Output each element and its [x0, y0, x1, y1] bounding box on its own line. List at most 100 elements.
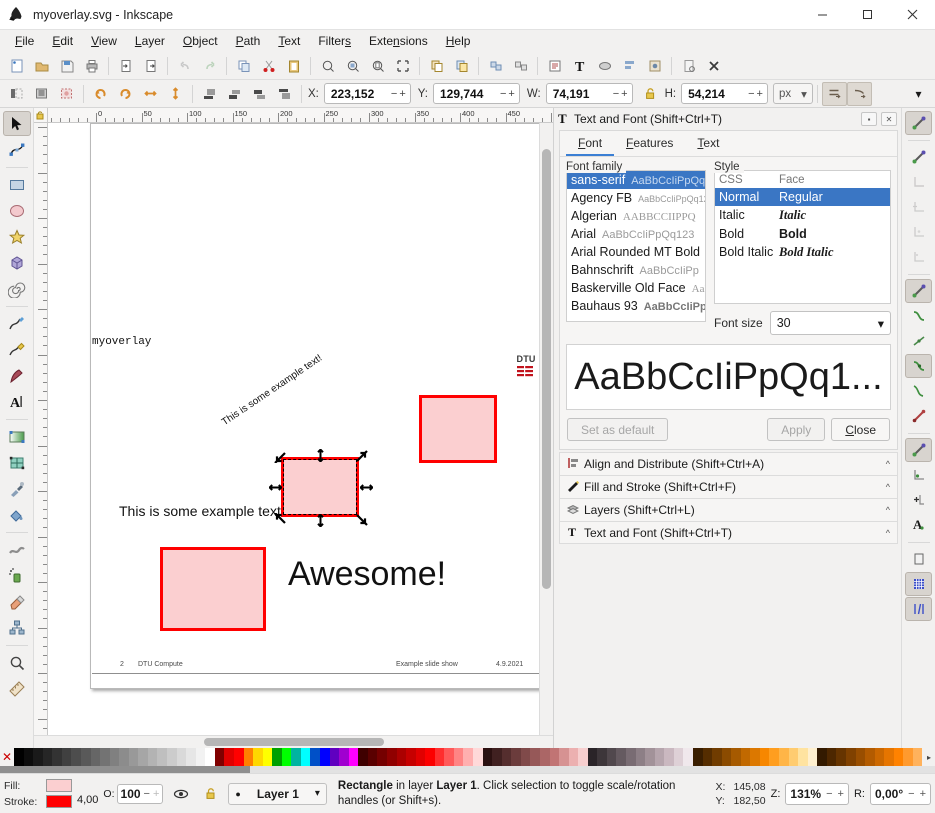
horizontal-scroll-thumb[interactable]: [204, 738, 384, 746]
palette-swatch[interactable]: [91, 748, 101, 766]
palette-swatch[interactable]: [454, 748, 464, 766]
palette-swatch[interactable]: [24, 748, 34, 766]
snap-nodes-icon[interactable]: [905, 279, 932, 303]
palette-swatch[interactable]: [540, 748, 550, 766]
palette-swatch[interactable]: [636, 748, 646, 766]
snap-bbox-midpoint-icon[interactable]: [905, 220, 932, 244]
select-all-layers-icon[interactable]: [29, 82, 54, 106]
chevron-up-icon[interactable]: ^: [886, 459, 890, 469]
fill-row[interactable]: Fill:: [4, 778, 72, 794]
y-coordinate-field[interactable]: Y: 129,744 −+: [416, 83, 520, 104]
open-document-icon[interactable]: [29, 54, 54, 78]
x-minus[interactable]: −: [391, 88, 397, 100]
menu-view[interactable]: View: [82, 32, 126, 50]
flip-horizontal-icon[interactable]: [138, 82, 163, 106]
snap-rotation-center-icon[interactable]: [905, 488, 932, 512]
footer-date[interactable]: 4.9.2021: [496, 661, 523, 668]
print-icon[interactable]: [79, 54, 104, 78]
font-family-item[interactable]: Algerian AABBCCIIPPQ: [567, 207, 705, 225]
palette-swatch[interactable]: [875, 748, 885, 766]
palette-swatch[interactable]: [339, 748, 349, 766]
palette-swatch[interactable]: [282, 748, 292, 766]
tab-font[interactable]: Font: [566, 131, 614, 156]
3dbox-tool[interactable]: [3, 250, 31, 275]
ungroup-icon[interactable]: [508, 54, 533, 78]
palette-swatch[interactable]: [846, 748, 856, 766]
stroke-width-value[interactable]: 4,00: [77, 794, 98, 813]
palette-swatch[interactable]: [272, 748, 282, 766]
zoom-page-icon[interactable]: [365, 54, 390, 78]
handle-w[interactable]: [269, 481, 280, 492]
stroke-row[interactable]: Stroke:: [4, 794, 72, 810]
slide-title-text[interactable]: myoverlay: [92, 336, 151, 348]
rotate-cw-icon[interactable]: [113, 82, 138, 106]
opacity-plus[interactable]: +: [153, 788, 159, 800]
palette-swatch[interactable]: [291, 748, 301, 766]
new-document-icon[interactable]: [4, 54, 29, 78]
palette-swatch[interactable]: [569, 748, 579, 766]
snap-object-center-icon[interactable]: [905, 463, 932, 487]
zoom-selection-icon[interactable]: [315, 54, 340, 78]
y-plus[interactable]: +: [508, 88, 514, 100]
copy-icon[interactable]: [231, 54, 256, 78]
palette-swatch[interactable]: [196, 748, 206, 766]
palette-swatch[interactable]: [349, 748, 359, 766]
palette-swatch[interactable]: [244, 748, 254, 766]
tab-text[interactable]: Text: [685, 131, 731, 156]
y-minus[interactable]: −: [500, 88, 506, 100]
palette-swatch[interactable]: [234, 748, 244, 766]
connector-tool[interactable]: [3, 615, 31, 640]
zoom-plus[interactable]: +: [838, 788, 844, 800]
palette-swatch[interactable]: [330, 748, 340, 766]
menu-path[interactable]: Path: [227, 32, 270, 50]
cut-icon[interactable]: [256, 54, 281, 78]
vertical-scroll-thumb[interactable]: [542, 149, 551, 589]
palette-swatch[interactable]: [559, 748, 569, 766]
palette-swatch[interactable]: [157, 748, 167, 766]
deselect-icon[interactable]: [54, 82, 79, 106]
collapsed-layers[interactable]: Layers (Shift+Ctrl+L) ^: [559, 498, 898, 521]
palette-swatch[interactable]: [712, 748, 722, 766]
layer-selector[interactable]: ● Layer 1 ▾: [228, 783, 327, 805]
undo-icon[interactable]: [172, 54, 197, 78]
paint-bucket-tool[interactable]: [3, 502, 31, 527]
fill-swatch[interactable]: [46, 779, 72, 792]
palette-swatches[interactable]: [14, 748, 923, 766]
palette-swatch[interactable]: [865, 748, 875, 766]
xml-editor-icon[interactable]: [542, 54, 567, 78]
palette-swatch[interactable]: [894, 748, 904, 766]
palette-swatch[interactable]: [903, 748, 913, 766]
palette-swatch[interactable]: [43, 748, 53, 766]
y-value[interactable]: 129,744: [434, 87, 500, 101]
palette-swatch[interactable]: [616, 748, 626, 766]
snap-path-icon[interactable]: [905, 304, 932, 328]
palette-swatch[interactable]: [463, 748, 473, 766]
palette-swatch[interactable]: [425, 748, 435, 766]
chevron-down-icon[interactable]: ▾: [878, 316, 884, 331]
chevron-down-icon[interactable]: ▾: [315, 788, 320, 799]
handle-ne[interactable]: [355, 450, 366, 461]
palette-swatch[interactable]: [253, 748, 263, 766]
palette-swatch[interactable]: [664, 748, 674, 766]
menu-object[interactable]: Object: [174, 32, 227, 50]
snap-guide-icon[interactable]: [905, 597, 932, 621]
palette-swatch[interactable]: [779, 748, 789, 766]
float-dialog-icon[interactable]: ▪: [861, 112, 877, 126]
snap-cusp-node-icon[interactable]: [905, 354, 932, 378]
dtu-logo[interactable]: DTU: [516, 353, 536, 381]
zoom-drawing-icon[interactable]: [340, 54, 365, 78]
palette-swatch[interactable]: [435, 748, 445, 766]
footer-show-name[interactable]: Example slide show: [396, 661, 458, 668]
palette-scrollbar[interactable]: [0, 766, 935, 773]
snap-bbox-center-icon[interactable]: [905, 245, 932, 269]
palette-swatch[interactable]: [416, 748, 426, 766]
palette-swatch[interactable]: [626, 748, 636, 766]
font-family-item[interactable]: Baskerville Old Face AaB: [567, 279, 705, 297]
palette-swatch[interactable]: [138, 748, 148, 766]
h-plus[interactable]: +: [757, 88, 763, 100]
palette-swatch[interactable]: [683, 748, 693, 766]
font-family-item[interactable]: Bahnschrift AaBbCcIiPp: [567, 261, 705, 279]
palette-swatch[interactable]: [741, 748, 751, 766]
palette-swatch[interactable]: [492, 748, 502, 766]
palette-swatch[interactable]: [607, 748, 617, 766]
